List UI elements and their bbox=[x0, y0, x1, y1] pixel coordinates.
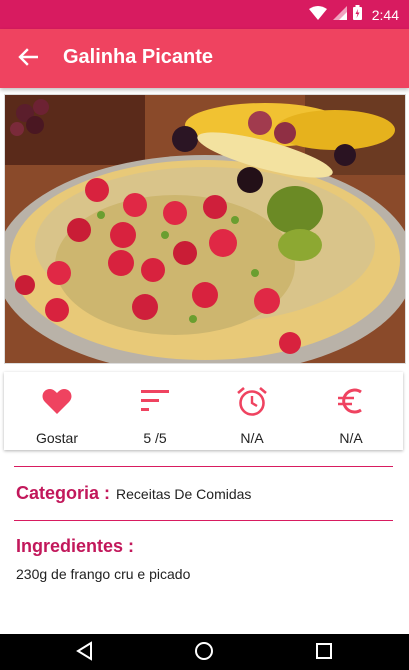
status-time: 2:44 bbox=[371, 7, 399, 23]
back-triangle-icon bbox=[75, 640, 95, 666]
like-button[interactable]: Gostar bbox=[7, 372, 107, 450]
alarm-clock-icon bbox=[236, 385, 268, 417]
category-label: Categoria : bbox=[16, 483, 111, 503]
like-label: Gostar bbox=[35, 430, 78, 446]
home-circle-icon bbox=[194, 641, 214, 666]
nav-home-button[interactable] bbox=[193, 641, 215, 666]
ingredients-heading: Ingredientes : bbox=[16, 536, 135, 556]
recipe-actions: Gostar 5 /5 N/A N/A bbox=[4, 372, 403, 450]
rating-label: 5 /5 bbox=[143, 430, 167, 446]
recipe-photo bbox=[4, 94, 406, 364]
page-title: Galinha Picante bbox=[63, 46, 214, 68]
wifi-icon bbox=[308, 5, 327, 25]
recents-square-icon bbox=[315, 642, 333, 665]
nav-back-button[interactable] bbox=[74, 640, 96, 666]
time-button[interactable]: N/A bbox=[202, 372, 302, 450]
sort-icon bbox=[141, 385, 169, 417]
nav-recents-button[interactable] bbox=[313, 642, 335, 664]
signal-icon bbox=[332, 5, 347, 25]
cost-label: N/A bbox=[339, 430, 363, 446]
ingredients-text: 230g de frango cru e picado bbox=[16, 566, 191, 582]
status-icons: 2:44 bbox=[308, 5, 399, 25]
back-button[interactable] bbox=[14, 45, 42, 73]
euro-icon bbox=[337, 385, 365, 417]
recipe-photo-illustration bbox=[5, 95, 405, 363]
battery-icon bbox=[352, 5, 362, 25]
category-value: Receitas De Comidas bbox=[116, 486, 252, 502]
app-bar: Galinha Picante bbox=[0, 29, 409, 88]
divider bbox=[14, 466, 393, 467]
cost-button[interactable]: N/A bbox=[301, 372, 401, 450]
heart-icon bbox=[42, 385, 72, 417]
status-bar: 2:44 bbox=[0, 0, 409, 29]
arrow-back-icon bbox=[18, 47, 39, 71]
divider bbox=[14, 520, 393, 521]
system-nav-bar bbox=[0, 634, 409, 670]
rating-button[interactable]: 5 /5 bbox=[105, 372, 205, 450]
category-row: Categoria : Receitas De Comidas bbox=[16, 483, 251, 504]
time-label: N/A bbox=[240, 430, 264, 446]
